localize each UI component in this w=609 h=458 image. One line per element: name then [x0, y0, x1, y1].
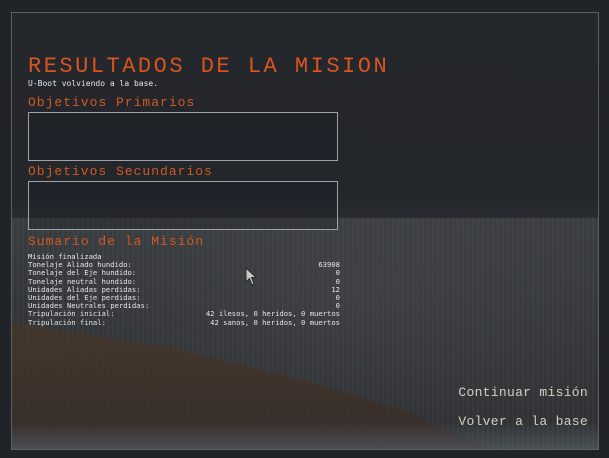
- continue-mission-button[interactable]: Continuar misión: [458, 385, 588, 400]
- mission-summary: Misión finalizada Tonelaje Aliado hundid…: [28, 252, 340, 327]
- return-to-base-button[interactable]: Volver a la base: [458, 414, 588, 429]
- secondary-objectives-box: [28, 181, 338, 230]
- mission-status-subtitle: U-Boot volviendo a la base.: [28, 79, 159, 88]
- secondary-objectives-heading: Objetivos Secundarios: [28, 164, 213, 179]
- primary-objectives-heading: Objetivos Primarios: [28, 95, 196, 110]
- primary-objectives-box: [28, 112, 338, 161]
- summary-row-label: Tripulación final:: [28, 317, 106, 327]
- mouse-pointer-icon: [245, 266, 258, 291]
- summary-row-value: 42 sanos, 0 heridos, 0 muertos: [210, 317, 340, 327]
- summary-row: Tripulación final: 42 sanos, 0 heridos, …: [28, 317, 340, 327]
- mission-summary-heading: Sumario de la Misión: [28, 234, 205, 249]
- page-title: RESULTADOS DE LA MISION: [28, 54, 390, 79]
